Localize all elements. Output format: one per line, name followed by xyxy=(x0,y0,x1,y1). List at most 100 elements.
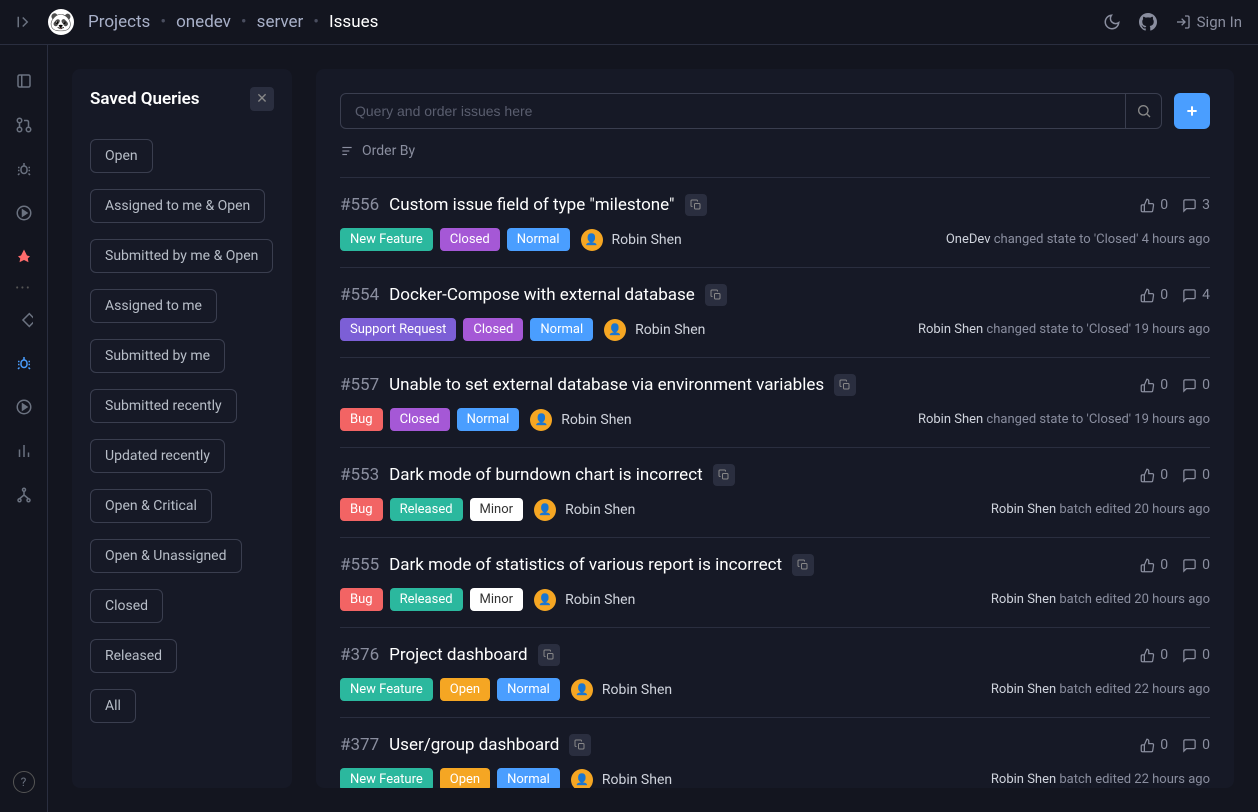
activity-actor[interactable]: OneDev xyxy=(946,232,991,247)
vote-count[interactable]: 0 xyxy=(1140,647,1168,663)
issue-tag-normal[interactable]: Normal xyxy=(507,228,570,251)
issue-tag-normal[interactable]: Normal xyxy=(457,408,520,431)
copy-icon[interactable] xyxy=(705,284,727,306)
avatar[interactable]: 👤 xyxy=(581,229,603,251)
rail-builds-icon[interactable] xyxy=(0,193,47,233)
rail-hierarchy-icon[interactable] xyxy=(0,475,47,515)
copy-icon[interactable] xyxy=(713,464,735,486)
issue-tag-bug[interactable]: Bug xyxy=(340,408,383,431)
issue-user[interactable]: Robin Shen xyxy=(565,502,635,518)
comment-count[interactable]: 0 xyxy=(1182,557,1210,573)
issue-tag-bug[interactable]: Bug xyxy=(340,588,383,611)
avatar[interactable]: 👤 xyxy=(571,769,593,789)
issue-user[interactable]: Robin Shen xyxy=(602,772,672,788)
activity-actor[interactable]: Robin Shen xyxy=(991,772,1056,787)
comment-count[interactable]: 0 xyxy=(1182,467,1210,483)
saved-query-item[interactable]: Open & Critical xyxy=(90,489,212,523)
copy-icon[interactable] xyxy=(569,734,591,756)
saved-query-item[interactable]: Open & Unassigned xyxy=(90,539,242,573)
theme-toggle-icon[interactable] xyxy=(1103,13,1121,31)
issue-tag-new-feature[interactable]: New Feature xyxy=(340,768,433,788)
github-icon[interactable] xyxy=(1139,13,1157,31)
issue-title[interactable]: Dark mode of burndown chart is incorrect xyxy=(389,465,703,485)
rail-pull-requests-icon[interactable] xyxy=(0,105,47,145)
breadcrumb-item[interactable]: onedev xyxy=(176,12,231,32)
issue-title[interactable]: Custom issue field of type "milestone" xyxy=(389,195,674,215)
issue-tag-new-feature[interactable]: New Feature xyxy=(340,228,433,251)
issue-tag-released[interactable]: Released xyxy=(390,588,463,611)
saved-query-item[interactable]: All xyxy=(90,689,136,723)
issue-tag-minor[interactable]: Minor xyxy=(470,588,524,611)
issue-title[interactable]: User/group dashboard xyxy=(389,735,559,755)
issue-tag-open[interactable]: Open xyxy=(440,768,490,788)
saved-query-item[interactable]: Submitted by me xyxy=(90,339,225,373)
rail-issues-active-icon[interactable] xyxy=(0,343,47,383)
search-button[interactable] xyxy=(1125,94,1161,128)
issue-tag-open[interactable]: Open xyxy=(440,678,490,701)
vote-count[interactable]: 0 xyxy=(1140,287,1168,303)
issue-tag-support-request[interactable]: Support Request xyxy=(340,318,456,341)
sidebar-toggle-icon[interactable] xyxy=(16,13,34,31)
copy-icon[interactable] xyxy=(792,554,814,576)
copy-icon[interactable] xyxy=(834,374,856,396)
saved-query-item[interactable]: Assigned to me & Open xyxy=(90,189,265,223)
issue-user[interactable]: Robin Shen xyxy=(612,232,682,248)
issue-tag-released[interactable]: Released xyxy=(390,498,463,521)
saved-query-item[interactable]: Assigned to me xyxy=(90,289,217,323)
issue-tag-minor[interactable]: Minor xyxy=(470,498,524,521)
avatar[interactable]: 👤 xyxy=(571,679,593,701)
avatar[interactable]: 👤 xyxy=(604,319,626,341)
issue-user[interactable]: Robin Shen xyxy=(565,592,635,608)
copy-icon[interactable] xyxy=(685,194,707,216)
copy-icon[interactable] xyxy=(538,644,560,666)
vote-count[interactable]: 0 xyxy=(1140,467,1168,483)
saved-query-item[interactable]: Released xyxy=(90,639,177,673)
activity-actor[interactable]: Robin Shen xyxy=(918,412,983,427)
rail-play-icon[interactable] xyxy=(0,387,47,427)
issue-title[interactable]: Dark mode of statistics of various repor… xyxy=(389,555,782,575)
rail-rocket-icon[interactable] xyxy=(0,237,47,277)
order-by-button[interactable]: Order By xyxy=(340,143,1210,159)
saved-query-item[interactable]: Submitted by me & Open xyxy=(90,239,273,273)
comment-count[interactable]: 0 xyxy=(1182,377,1210,393)
issue-tag-normal[interactable]: Normal xyxy=(530,318,593,341)
issue-user[interactable]: Robin Shen xyxy=(602,682,672,698)
issue-title[interactable]: Unable to set external database via envi… xyxy=(389,375,824,395)
issue-tag-closed[interactable]: Closed xyxy=(463,318,523,341)
issue-tag-normal[interactable]: Normal xyxy=(497,768,560,788)
vote-count[interactable]: 0 xyxy=(1140,737,1168,753)
saved-query-item[interactable]: Submitted recently xyxy=(90,389,237,423)
breadcrumb-item[interactable]: Projects xyxy=(88,12,150,32)
comment-count[interactable]: 4 xyxy=(1182,287,1210,303)
activity-actor[interactable]: Robin Shen xyxy=(918,322,983,337)
comment-count[interactable]: 3 xyxy=(1182,197,1210,213)
add-issue-button[interactable] xyxy=(1174,93,1210,129)
issue-title[interactable]: Docker-Compose with external database xyxy=(389,285,695,305)
rail-diamond-icon[interactable] xyxy=(0,299,47,339)
issue-tag-closed[interactable]: Closed xyxy=(390,408,450,431)
sign-in-button[interactable]: Sign In xyxy=(1175,13,1242,31)
app-logo[interactable]: 🐼 xyxy=(48,9,74,35)
issue-tag-normal[interactable]: Normal xyxy=(497,678,560,701)
vote-count[interactable]: 0 xyxy=(1140,557,1168,573)
saved-query-item[interactable]: Updated recently xyxy=(90,439,225,473)
issue-user[interactable]: Robin Shen xyxy=(561,412,631,428)
activity-actor[interactable]: Robin Shen xyxy=(991,502,1056,517)
issue-user[interactable]: Robin Shen xyxy=(635,322,705,338)
avatar[interactable]: 👤 xyxy=(530,409,552,431)
issue-tag-closed[interactable]: Closed xyxy=(440,228,500,251)
help-icon[interactable]: ? xyxy=(0,764,47,800)
rail-bug-icon[interactable] xyxy=(0,149,47,189)
comment-count[interactable]: 0 xyxy=(1182,737,1210,753)
avatar[interactable]: 👤 xyxy=(534,499,556,521)
saved-query-item[interactable]: Closed xyxy=(90,589,163,623)
rail-stats-icon[interactable] xyxy=(0,431,47,471)
activity-actor[interactable]: Robin Shen xyxy=(991,682,1056,697)
rail-files-icon[interactable] xyxy=(0,61,47,101)
comment-count[interactable]: 0 xyxy=(1182,647,1210,663)
close-icon[interactable]: ✕ xyxy=(250,87,274,111)
activity-actor[interactable]: Robin Shen xyxy=(991,592,1056,607)
search-input[interactable] xyxy=(341,94,1125,128)
vote-count[interactable]: 0 xyxy=(1140,377,1168,393)
issue-title[interactable]: Project dashboard xyxy=(389,645,527,665)
